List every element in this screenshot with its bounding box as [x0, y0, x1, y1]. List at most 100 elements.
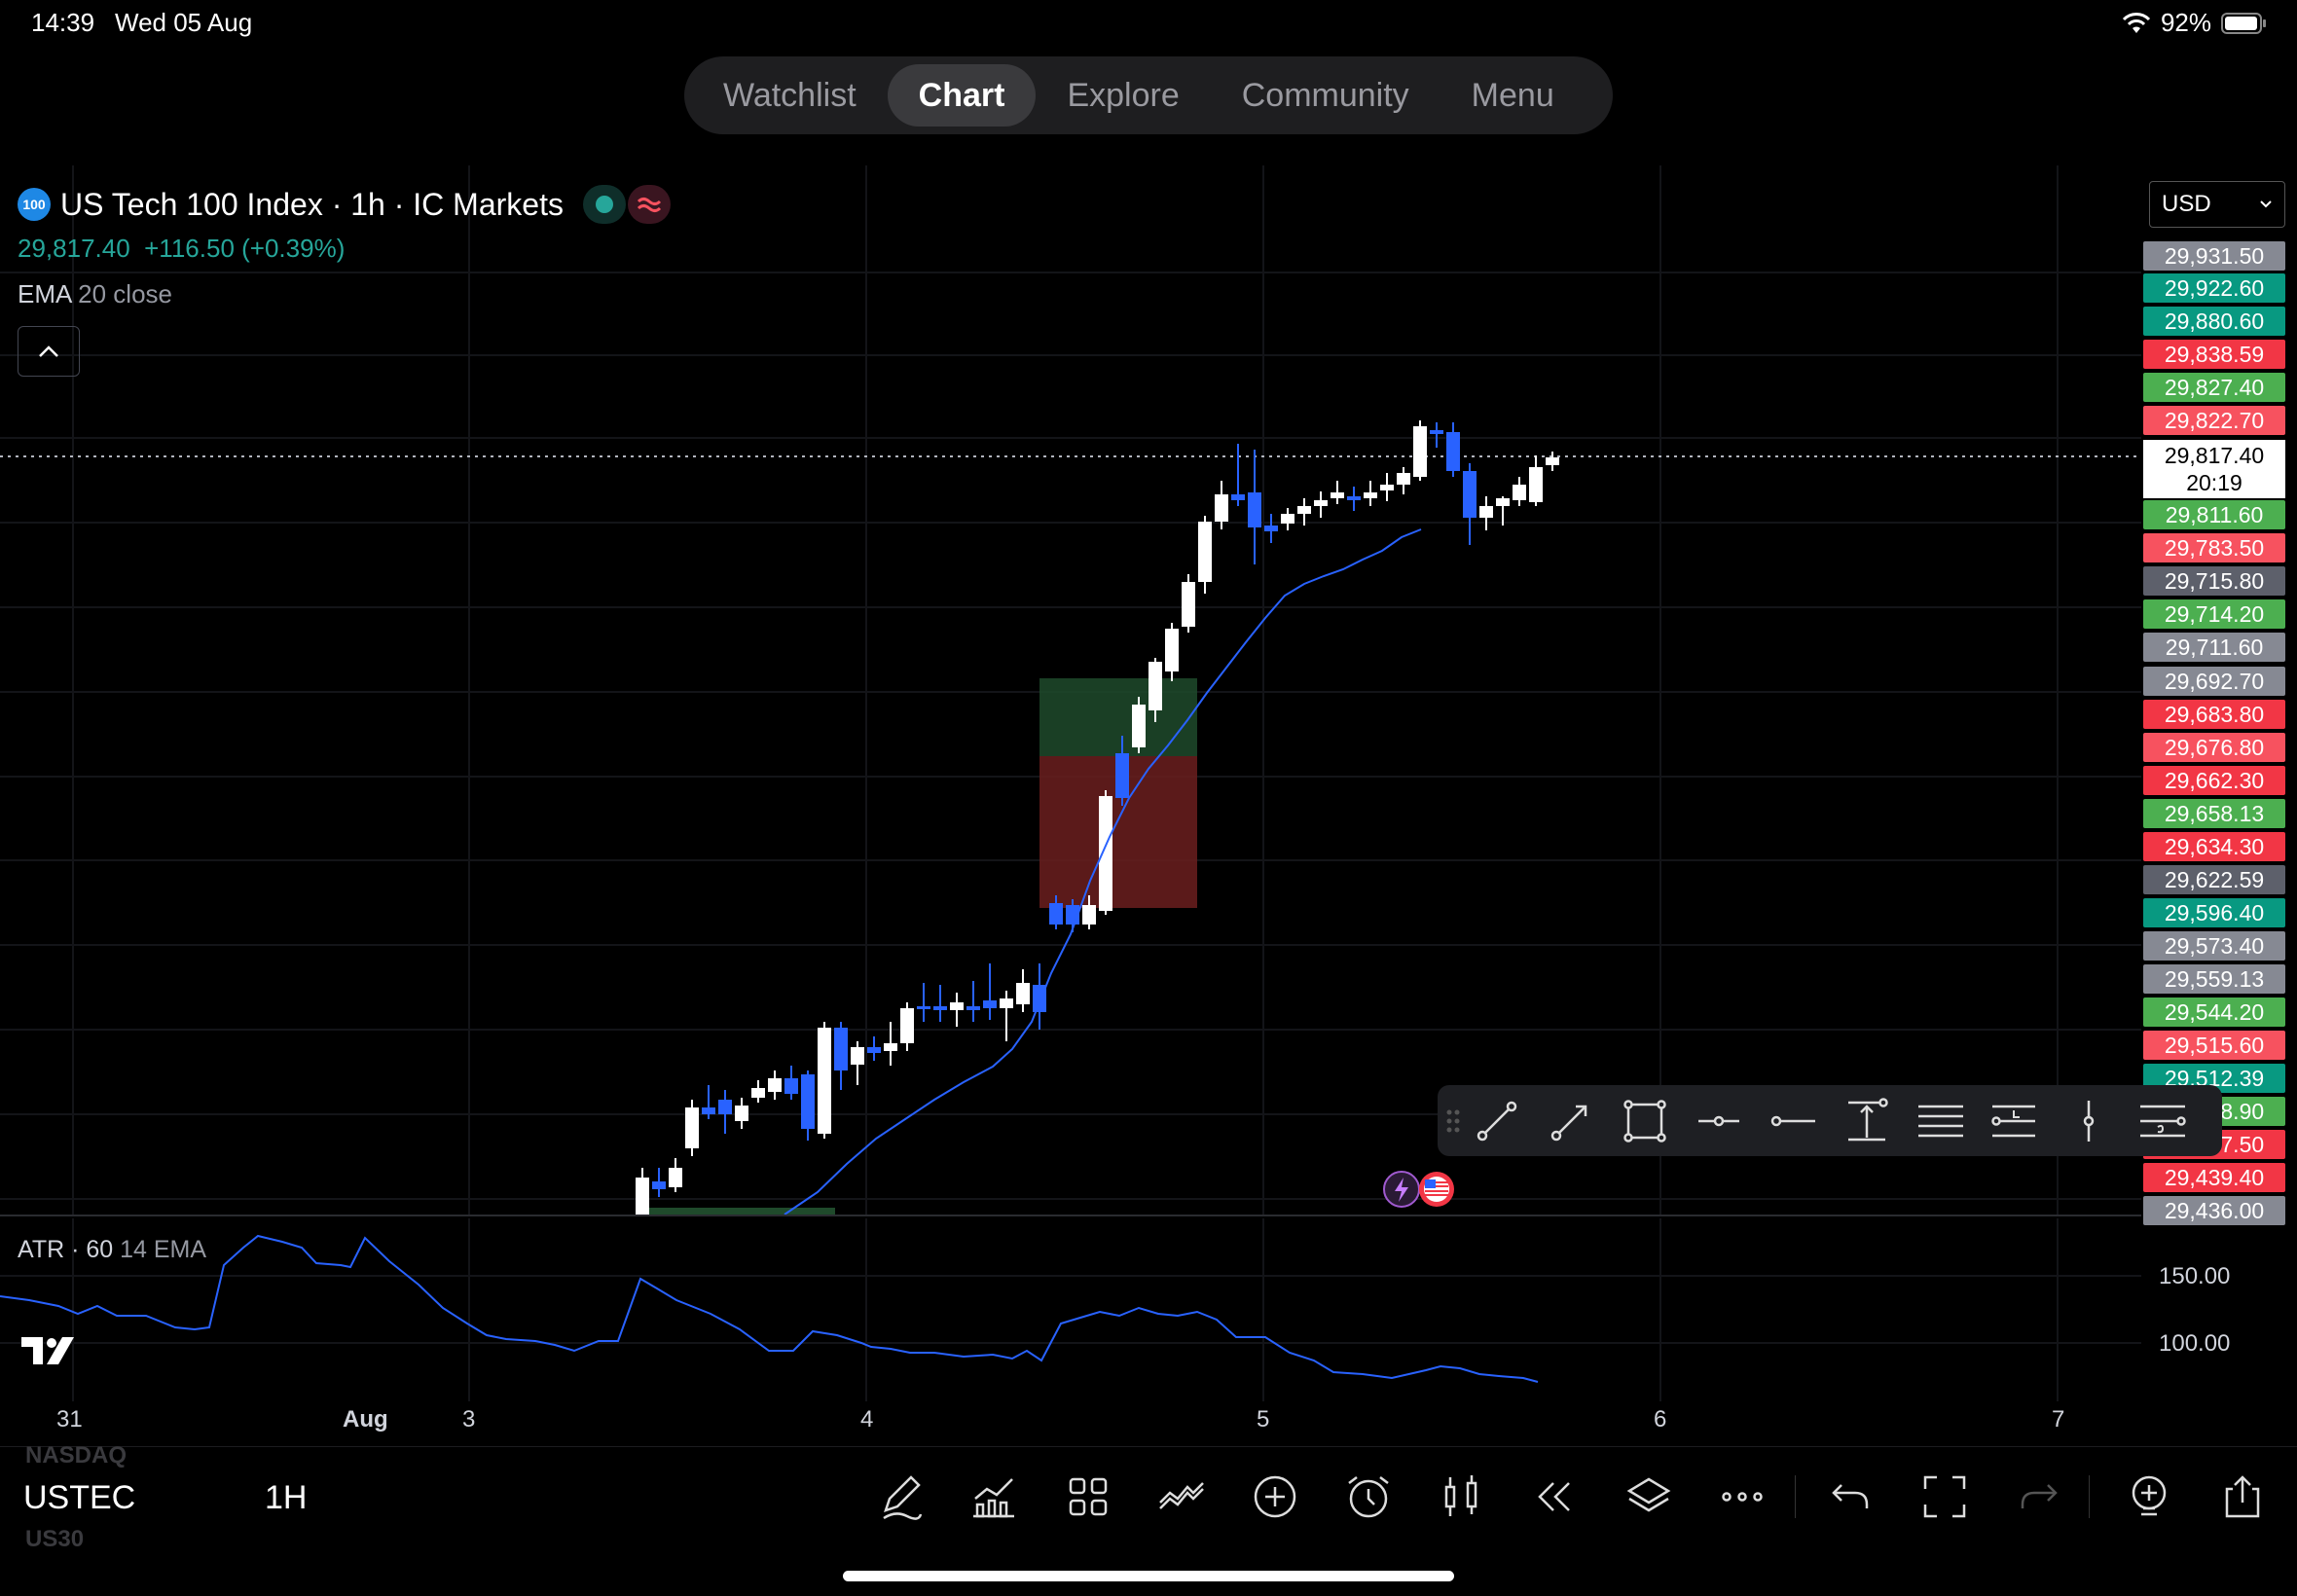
tab-community[interactable]: Community: [1211, 64, 1440, 127]
price-change: 29,817.40 +116.50 (+0.39%): [18, 234, 345, 264]
time-label-aug: Aug: [343, 1406, 388, 1433]
tab-watchlist[interactable]: Watchlist: [692, 64, 888, 127]
candle-body: [768, 1078, 782, 1092]
chart-type-candles-icon[interactable]: [1435, 1469, 1489, 1524]
battery-icon: [2221, 12, 2266, 34]
atr-line: [0, 1234, 1539, 1383]
price-label: 29,714.20: [2143, 599, 2285, 629]
status-date: Wed 05 Aug: [115, 8, 253, 37]
price-label: 29,931.50: [2143, 241, 2285, 271]
candle-body: [1496, 498, 1510, 506]
wifi-icon: [2122, 12, 2151, 33]
layout-grid-icon[interactable]: [1061, 1469, 1115, 1524]
price-range-icon[interactable]: [1841, 1095, 1893, 1147]
candle-body: [1430, 430, 1443, 434]
share-icon[interactable]: [2215, 1469, 2270, 1524]
time-label-7: 7: [2052, 1406, 2065, 1433]
candle-body: [1463, 471, 1477, 518]
candle-body: [851, 1047, 864, 1065]
fullscreen-icon[interactable]: [1917, 1469, 1972, 1524]
atr-chart[interactable]: [0, 1218, 2141, 1403]
drawing-pen-icon[interactable]: [874, 1469, 929, 1524]
tab-explore[interactable]: Explore: [1036, 64, 1210, 127]
position-zone-partial: [637, 1208, 835, 1215]
home-indicator: [843, 1571, 1454, 1581]
undo-icon[interactable]: [1824, 1469, 1878, 1524]
candle-body: [1264, 526, 1278, 531]
candle-body: [867, 1047, 881, 1053]
time-label-31: 31: [56, 1406, 83, 1433]
drag-handle-icon[interactable]: [1441, 1095, 1465, 1147]
time-label-3: 3: [462, 1406, 476, 1433]
currency-value: USD: [2162, 191, 2211, 217]
vertical-line-icon[interactable]: [2062, 1095, 2115, 1147]
price-label: 29,596.40: [2143, 898, 2285, 927]
status-time: 14:39: [31, 8, 95, 37]
atr-legend[interactable]: ATR · 60 14 EMA: [18, 1236, 206, 1264]
status-indicators: 92%: [2122, 8, 2268, 38]
rectangle-icon[interactable]: [1619, 1095, 1671, 1147]
ideas-lightbulb-icon[interactable]: [2122, 1469, 2176, 1524]
wave-icon[interactable]: [627, 185, 671, 224]
ema-name: EMA: [18, 279, 71, 308]
collapse-legend-button[interactable]: [18, 326, 80, 377]
candle-body: [801, 1074, 815, 1129]
interval-selector[interactable]: 1H: [265, 1479, 307, 1517]
candle-body: [1314, 500, 1328, 506]
candle-body: [702, 1107, 715, 1114]
symbol-prev[interactable]: NASDAQ: [25, 1442, 127, 1469]
price-chart[interactable]: [0, 165, 2141, 1216]
candle-body: [917, 1006, 930, 1009]
horizontal-ray-icon[interactable]: [1693, 1095, 1745, 1147]
symbol-next[interactable]: US30: [25, 1526, 84, 1553]
layers-icon[interactable]: [1622, 1469, 1676, 1524]
toolbar-divider-2: [2089, 1475, 2090, 1518]
short-position-icon[interactable]: [2136, 1095, 2189, 1147]
tab-menu[interactable]: Menu: [1440, 64, 1586, 127]
price-label: 29,573.40: [2143, 931, 2285, 961]
candle-body: [884, 1043, 897, 1051]
market-open-icon[interactable]: [582, 185, 626, 224]
time-label-4: 4: [860, 1406, 874, 1433]
long-position-icon[interactable]: [1988, 1095, 2041, 1147]
candle-body: [1000, 998, 1013, 1008]
indicators-icon[interactable]: [967, 1469, 1022, 1524]
top-nav: Watchlist Chart Explore Community Menu: [684, 56, 1613, 134]
candle-body: [1529, 467, 1543, 502]
more-icon[interactable]: [1715, 1469, 1769, 1524]
trend-line-icon[interactable]: [1471, 1095, 1523, 1147]
candle-body: [966, 1006, 980, 1010]
candle-body: [1347, 496, 1361, 500]
candle-body: [652, 1181, 666, 1189]
ema-legend[interactable]: EMA 20 close: [18, 279, 172, 309]
candle-body: [1132, 705, 1146, 747]
candle-body: [1049, 903, 1063, 925]
atr-scale-low: 100.00: [2159, 1330, 2231, 1357]
add-circle-icon[interactable]: [1248, 1469, 1302, 1524]
price-label: 29,783.50: [2143, 533, 2285, 562]
price-label: 29,439.40: [2143, 1163, 2285, 1192]
events-icons[interactable]: [1380, 1170, 1460, 1209]
symbol-selector[interactable]: USTEC: [23, 1479, 135, 1517]
toolbar-divider: [1795, 1475, 1796, 1518]
candle-body: [1446, 432, 1460, 471]
symbol-logo: 100: [18, 188, 51, 221]
time-label-5: 5: [1257, 1406, 1270, 1433]
candle-body: [1231, 494, 1245, 500]
alarm-clock-icon[interactable]: [1341, 1469, 1396, 1524]
drawing-toolbar: [1438, 1085, 2222, 1156]
compare-icon[interactable]: [1154, 1469, 1209, 1524]
arrow-line-icon[interactable]: [1545, 1095, 1597, 1147]
price-label: 29,622.59: [2143, 865, 2285, 894]
price-label: 29,822.70: [2143, 406, 2285, 435]
candle-body: [1182, 582, 1195, 627]
horizontal-line-icon[interactable]: [1767, 1095, 1819, 1147]
replay-icon[interactable]: [1528, 1469, 1583, 1524]
symbol-header[interactable]: 100 US Tech 100 Index · 1h · IC Markets: [18, 185, 671, 224]
candle-body: [1380, 485, 1394, 490]
redo-icon[interactable]: [2011, 1469, 2065, 1524]
currency-select[interactable]: USD: [2149, 181, 2285, 228]
tab-chart[interactable]: Chart: [887, 64, 1037, 127]
position-target-zone: [1039, 678, 1197, 756]
parallel-channel-icon[interactable]: [1914, 1095, 1967, 1147]
